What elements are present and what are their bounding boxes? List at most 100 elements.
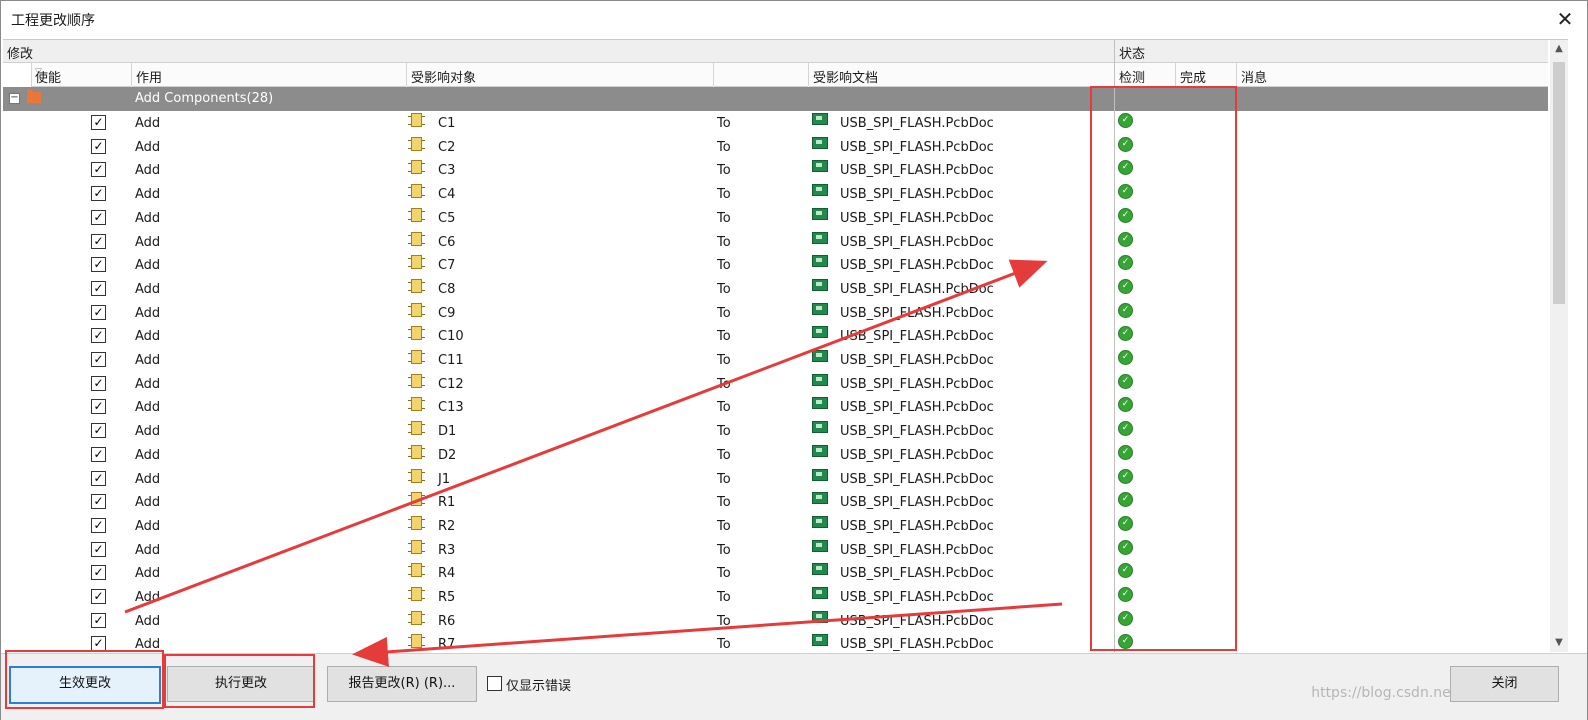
affected-object-cell: C5 [438,210,456,226]
pcb-document-icon [812,539,828,552]
enable-checkbox[interactable]: ✓ [91,541,106,557]
scroll-down-icon[interactable]: ▼ [1550,634,1568,652]
table-row[interactable]: ✓ Add C13 To USB_SPI_FLASH.PcbDoc ✓ [3,395,1548,419]
column-header-affected-document[interactable]: 受影响文档 [809,63,1114,87]
table-row[interactable]: ✓ Add C2 To USB_SPI_FLASH.PcbDoc ✓ [3,135,1548,159]
group-header-status: 状态 [1115,40,1548,63]
enable-checkbox[interactable]: ✓ [91,446,106,462]
table-row[interactable]: ✓ Add C10 To USB_SPI_FLASH.PcbDoc ✓ [3,324,1548,348]
component-icon [408,397,425,412]
window-title: 工程更改顺序 [11,13,95,29]
affected-document-cell: USB_SPI_FLASH.PcbDoc [840,353,994,368]
table-row[interactable]: ✓ Add C3 To USB_SPI_FLASH.PcbDoc ✓ [3,158,1548,182]
table-row[interactable]: ✓ Add C12 To USB_SPI_FLASH.PcbDoc ✓ [3,372,1548,396]
enable-checkbox[interactable]: ✓ [91,375,106,391]
group-row-add-components[interactable]: − Add Components(28) [3,87,1548,111]
collapse-icon[interactable]: − [9,93,20,104]
enable-checkbox[interactable]: ✓ [91,115,106,130]
table-row[interactable]: ✓ Add C6 To USB_SPI_FLASH.PcbDoc ✓ [3,230,1548,254]
enable-checkbox[interactable]: ✓ [91,304,106,320]
pcb-document-icon [812,397,828,410]
table-row[interactable]: ✓ Add C9 To USB_SPI_FLASH.PcbDoc ✓ [3,301,1548,325]
table-row[interactable]: ✓ Add R6 To USB_SPI_FLASH.PcbDoc ✓ [3,609,1548,633]
table-row[interactable]: ✓ Add R7 To USB_SPI_FLASH.PcbDoc ✓ [3,632,1548,652]
table-row[interactable]: ✓ Add C4 To USB_SPI_FLASH.PcbDoc ✓ [3,182,1548,206]
table-row[interactable]: ✓ Add C7 To USB_SPI_FLASH.PcbDoc ✓ [3,253,1548,277]
affected-document-cell: USB_SPI_FLASH.PcbDoc [840,566,994,582]
enable-checkbox[interactable]: ✓ [91,280,106,296]
action-cell: Add [135,116,161,131]
only-show-errors-checkbox[interactable] [487,676,502,691]
pcb-document-icon [812,231,828,244]
action-cell: Add [135,495,161,511]
enable-checkbox[interactable]: ✓ [91,612,106,628]
action-cell: Add [135,376,161,392]
check-ok-icon: ✓ [1118,255,1133,271]
table-row[interactable]: ✓ Add J1 To USB_SPI_FLASH.PcbDoc ✓ [3,467,1548,491]
close-button[interactable]: 关闭 [1450,666,1559,702]
enable-checkbox[interactable]: ✓ [91,517,106,533]
table-row[interactable]: ✓ Add R1 To USB_SPI_FLASH.PcbDoc ✓ [3,490,1548,514]
affected-document-cell: USB_SPI_FLASH.PcbDoc [840,400,994,416]
column-header-enable[interactable]: 使能 ▽ [31,63,131,87]
report-changes-button[interactable]: 报告更改(R) (R)... [327,666,477,702]
column-header-message[interactable]: 消息 [1237,63,1548,87]
component-icon [408,184,425,199]
pcb-document-icon [812,207,828,220]
column-header-blank[interactable] [714,63,808,87]
scroll-up-icon[interactable]: ▲ [1550,40,1568,58]
execute-changes-button[interactable]: 执行更改 [167,666,315,702]
table-row[interactable]: ✓ Add C8 To USB_SPI_FLASH.PcbDoc ✓ [3,277,1548,301]
column-header-action[interactable]: 作用 [132,63,406,87]
action-cell: Add [135,258,161,274]
enable-checkbox[interactable]: ✓ [91,162,106,178]
enable-checkbox[interactable]: ✓ [91,565,106,581]
enable-checkbox[interactable]: ✓ [91,352,106,367]
enable-checkbox[interactable]: ✓ [91,399,106,415]
table-row[interactable]: ✓ Add C11 To USB_SPI_FLASH.PcbDoc ✓ [3,348,1548,372]
enable-checkbox[interactable]: ✓ [91,494,106,510]
close-icon[interactable]: ✕ [1553,7,1577,31]
to-cell: To [717,210,731,226]
table-row[interactable]: ✓ Add R5 To USB_SPI_FLASH.PcbDoc ✓ [3,585,1548,609]
to-cell: To [717,139,731,155]
to-cell: To [717,281,731,297]
table-row[interactable]: ✓ Add D1 To USB_SPI_FLASH.PcbDoc ✓ [3,419,1548,443]
enable-checkbox[interactable]: ✓ [91,589,106,604]
to-cell: To [717,187,731,203]
vertical-scrollbar[interactable]: ▲ ▼ [1550,40,1568,652]
pcb-document-icon [812,255,828,268]
scrollbar-thumb[interactable] [1553,62,1565,304]
enable-checkbox[interactable]: ✓ [91,636,106,652]
table-row[interactable]: ✓ Add R4 To USB_SPI_FLASH.PcbDoc ✓ [3,561,1548,585]
enable-checkbox[interactable]: ✓ [91,209,106,225]
column-header-affected-object[interactable]: 受影响对象 [407,63,713,87]
enable-checkbox[interactable]: ✓ [91,233,106,249]
enable-checkbox[interactable]: ✓ [91,138,106,154]
action-cell: Add [135,163,161,179]
enable-checkbox[interactable]: ✓ [91,328,106,344]
enable-checkbox[interactable]: ✓ [91,423,106,439]
component-icon [408,539,425,554]
enable-checkbox[interactable]: ✓ [91,470,106,486]
action-cell: Add [135,234,161,250]
table-row[interactable]: ✓ Add D2 To USB_SPI_FLASH.PcbDoc ✓ [3,443,1548,467]
table-row[interactable]: ✓ Add R2 To USB_SPI_FLASH.PcbDoc ✓ [3,514,1548,538]
column-header-done[interactable]: 完成 [1176,63,1236,87]
affected-document-cell: USB_SPI_FLASH.PcbDoc [840,258,994,274]
pcb-document-icon [812,610,828,623]
column-header-check[interactable]: 检测 [1115,63,1175,87]
table-row[interactable]: ✓ Add C5 To USB_SPI_FLASH.PcbDoc ✓ [3,206,1548,230]
table-row[interactable]: ✓ Add R3 To USB_SPI_FLASH.PcbDoc ✓ [3,538,1548,562]
affected-object-cell: C1 [438,116,456,131]
action-cell: Add [135,613,161,629]
title-bar: 工程更改顺序 ✕ [1,1,1587,37]
table-row[interactable]: ✓ Add C1 To USB_SPI_FLASH.PcbDoc ✓ [3,111,1548,135]
column-affected-object-label: 受影响对象 [411,71,477,86]
enable-checkbox[interactable]: ✓ [91,257,106,273]
enable-checkbox[interactable]: ✓ [91,186,106,202]
affected-object-cell: R3 [438,542,456,558]
pcb-document-icon [812,515,828,528]
changes-grid: 修改 状态 使能 ▽ 作用 受影响对象 受影响文档 检测 完成 消息 − Add… [3,39,1568,652]
validate-changes-button[interactable]: 生效更改 [9,666,161,704]
